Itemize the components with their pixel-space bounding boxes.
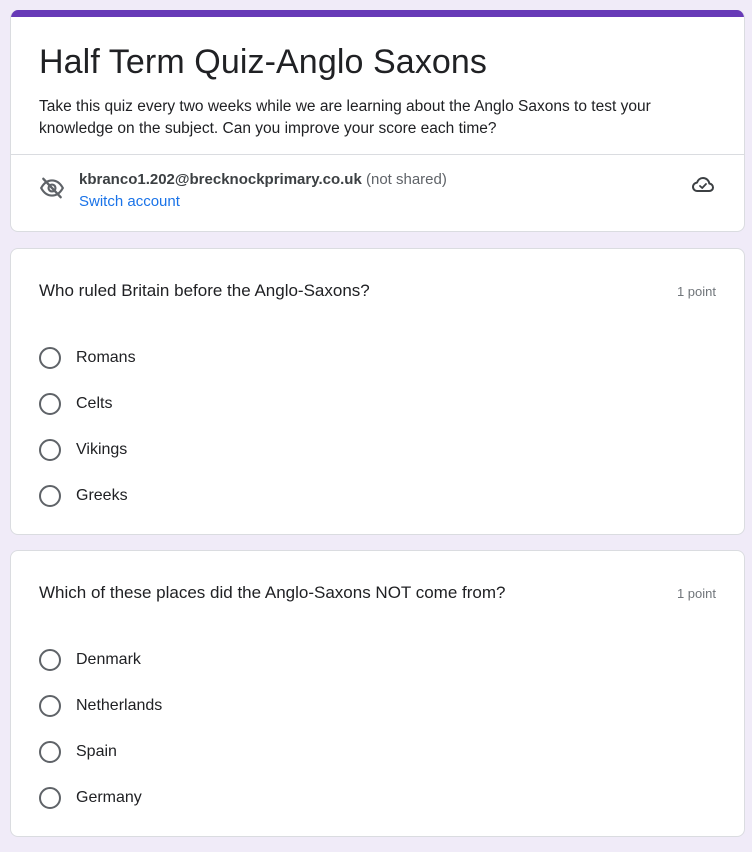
question-title: Which of these places did the Anglo-Saxo… [39,583,506,602]
radio-button[interactable] [39,347,61,369]
question-title: Who ruled Britain before the Anglo-Saxon… [39,281,370,300]
question-points: 1 point [676,284,716,299]
radio-button[interactable] [39,695,61,717]
radio-button[interactable] [39,787,61,809]
form-header-card: Half Term Quiz-Anglo Saxons Take this qu… [10,10,745,232]
question-card: Who ruled Britain before the Anglo-Saxon… [10,248,745,535]
answer-option[interactable]: Spain [39,729,162,775]
option-label: Denmark [76,651,141,668]
option-label: Celts [76,395,113,412]
option-label: Greeks [76,487,128,504]
form-description: Take this quiz every two weeks while we … [39,98,651,137]
account-email: kbranco1.202@brecknockprimary.co.uk [79,171,362,188]
answer-option[interactable]: Vikings [39,427,136,473]
radio-button[interactable] [39,439,61,461]
option-label: Vikings [76,441,128,458]
cloud-icon[interactable] [691,173,715,197]
accent-bar [11,10,744,17]
switch-account-link[interactable]: Switch account [79,192,180,212]
option-label: Germany [76,789,142,806]
radio-button[interactable] [39,393,61,415]
form-title: Half Term Quiz-Anglo Saxons [39,43,488,81]
option-label: Romans [76,349,136,366]
option-label: Netherlands [76,697,163,714]
answer-option[interactable]: Netherlands [39,683,162,729]
divider [11,154,744,155]
form-page: Half Term Quiz-Anglo Saxons Take this qu… [0,0,752,852]
answer-option[interactable]: Denmark [39,637,162,683]
answer-option[interactable]: Romans [39,335,136,381]
eye-off-icon [39,177,65,199]
question-points: 1 point [676,586,716,601]
account-share-note: (not shared) [365,171,447,188]
answer-option[interactable]: Germany [39,775,162,821]
radio-button[interactable] [39,741,61,763]
answer-options: Denmark Netherlands Spain Germany [39,637,162,821]
question-card: Which of these places did the Anglo-Saxo… [10,550,745,837]
radio-button[interactable] [39,485,61,507]
account-info: kbranco1.202@brecknockprimary.co.uk (not… [79,170,447,190]
answer-options: Romans Celts Vikings Greeks [39,335,136,519]
option-label: Spain [76,743,117,760]
answer-option[interactable]: Celts [39,381,136,427]
radio-button[interactable] [39,649,61,671]
answer-option[interactable]: Greeks [39,473,136,519]
